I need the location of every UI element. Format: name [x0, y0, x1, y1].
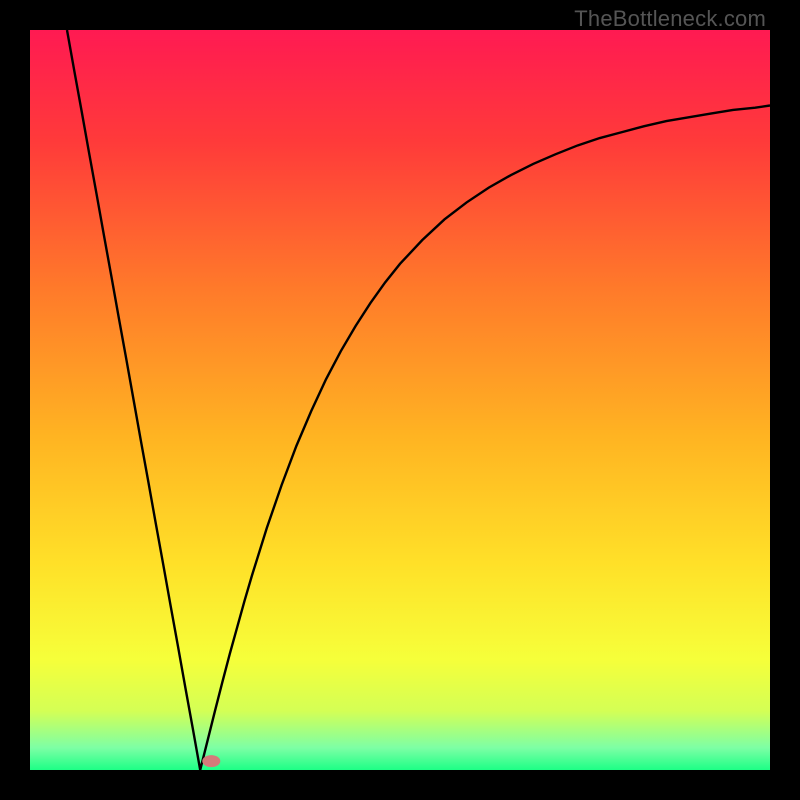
- chart-frame: [30, 30, 770, 770]
- chart-svg: [30, 30, 770, 770]
- attribution-label: TheBottleneck.com: [574, 6, 766, 32]
- gradient-bg: [30, 30, 770, 770]
- notch-marker: [202, 755, 220, 767]
